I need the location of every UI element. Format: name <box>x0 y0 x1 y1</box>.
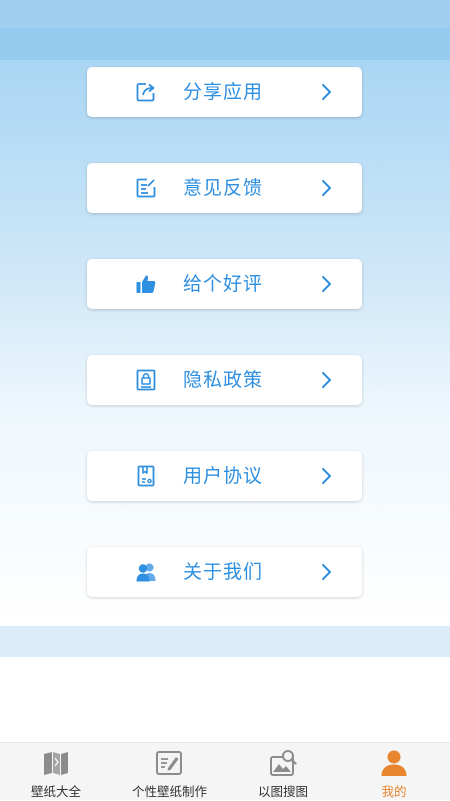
top-banner-strip <box>0 28 450 60</box>
chevron-right-icon <box>320 274 334 294</box>
tab-custom-wallpaper[interactable]: 个性壁纸制作 <box>122 743 217 801</box>
tab-image-search[interactable]: 以图搜图 <box>243 743 323 801</box>
blank-area <box>0 657 450 742</box>
menu-item-privacy[interactable]: 隐私政策 <box>87 355 362 405</box>
menu-item-user-agreement[interactable]: 用户协议 <box>87 451 362 501</box>
top-banner <box>0 0 450 60</box>
chevron-right-icon <box>320 466 334 486</box>
tab-wallpapers[interactable]: 壁纸大全 <box>16 743 96 801</box>
chevron-right-icon <box>320 370 334 390</box>
privacy-lock-icon <box>134 368 158 392</box>
menu-item-share[interactable]: 分享应用 <box>87 67 362 117</box>
tab-mine[interactable]: 我的 <box>354 743 434 801</box>
menu-item-label: 隐私政策 <box>183 369 264 391</box>
tab-label: 个性壁纸制作 <box>131 784 207 799</box>
bottom-banner-strip <box>0 626 450 657</box>
tab-label: 以图搜图 <box>257 784 308 799</box>
chevron-right-icon <box>320 178 334 198</box>
chevron-right-icon <box>320 562 334 582</box>
person-icon <box>379 749 409 777</box>
bottom-tab-bar: 壁纸大全 个性壁纸制作 以图搜图 我的 <box>0 742 450 800</box>
menu-item-rate[interactable]: 给个好评 <box>87 259 362 309</box>
tab-label: 我的 <box>381 784 407 799</box>
menu-item-label: 关于我们 <box>183 561 264 583</box>
tab-label: 壁纸大全 <box>30 784 81 799</box>
chevron-right-icon <box>320 82 334 102</box>
menu-item-feedback[interactable]: 意见反馈 <box>87 163 362 213</box>
menu-background <box>0 60 450 626</box>
wallpaper-book-icon <box>41 749 71 777</box>
menu-item-about-us[interactable]: 关于我们 <box>87 547 362 597</box>
thumbs-up-icon <box>134 272 158 296</box>
agreement-document-icon <box>134 464 158 488</box>
menu-item-label: 给个好评 <box>183 273 264 295</box>
edit-image-icon <box>154 749 184 777</box>
image-search-icon <box>268 749 298 777</box>
users-icon <box>134 560 158 584</box>
menu-item-label: 用户协议 <box>183 465 264 487</box>
share-icon <box>134 80 158 104</box>
menu-item-label: 意见反馈 <box>183 177 264 199</box>
menu-item-label: 分享应用 <box>183 81 264 103</box>
feedback-icon <box>134 176 158 200</box>
